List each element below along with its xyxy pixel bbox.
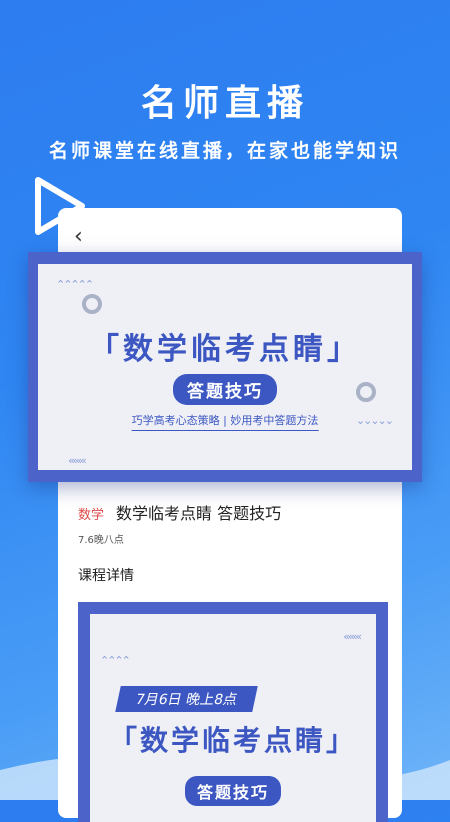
arrow-decoration-icon: ‹‹‹‹‹‹‹ bbox=[343, 630, 362, 643]
promo-subline: 名师课堂在线直播，在家也能学知识 bbox=[48, 140, 401, 162]
course-info-row: 数学 数学临考点睛 答题技巧 bbox=[78, 500, 281, 524]
ring-decoration-icon bbox=[356, 382, 376, 402]
detail-title: 「数学临考点睛」 bbox=[108, 724, 357, 757]
course-banner[interactable]: ⌃⌃⌃⌃⌃ ‹‹‹‹‹‹‹ ⌄⌄⌄⌄⌄ 「数学临考点睛」 答题技巧 巧学高考心态… bbox=[28, 252, 422, 482]
arrow-decoration-icon: ⌃⌃⌃⌃⌃ bbox=[56, 278, 94, 291]
ring-decoration-icon bbox=[82, 294, 102, 314]
back-chevron-icon[interactable]: ‹ bbox=[74, 224, 83, 249]
detail-card: ‹‹‹‹‹‹‹ ⌃⌃⌃⌃ 7月6日 晚上8点 「数学临考点睛」 答题技巧 bbox=[90, 614, 376, 822]
arrow-decoration-icon: ⌄⌄⌄⌄⌄ bbox=[355, 414, 394, 427]
banner-title: 「数学临考点睛」 bbox=[89, 332, 361, 367]
course-title: 数学临考点睛 答题技巧 bbox=[116, 504, 282, 523]
course-time: 7.6晚八点 bbox=[78, 535, 124, 546]
banner-card: ⌃⌃⌃⌃⌃ ‹‹‹‹‹‹‹ ⌄⌄⌄⌄⌄ 「数学临考点睛」 答题技巧 巧学高考心态… bbox=[38, 264, 412, 470]
detail-date-label: 7月6日 晚上8点 bbox=[115, 686, 258, 712]
course-detail-heading: 课程详情 bbox=[78, 568, 134, 584]
banner-strip: 巧学高考心态策略 | 妙用考中答题方法 bbox=[131, 412, 319, 431]
arrow-decoration-icon: ‹‹‹‹‹‹‹ bbox=[68, 454, 87, 467]
promo-headline: 名师直播 bbox=[140, 83, 309, 124]
detail-pill: 答题技巧 bbox=[184, 776, 282, 806]
banner-pill: 答题技巧 bbox=[173, 374, 277, 405]
arrow-decoration-icon: ⌃⌃⌃⌃ bbox=[100, 654, 131, 667]
subject-tag: 数学 bbox=[78, 508, 105, 523]
course-detail-image: ‹‹‹‹‹‹‹ ⌃⌃⌃⌃ 7月6日 晚上8点 「数学临考点睛」 答题技巧 bbox=[78, 602, 388, 822]
